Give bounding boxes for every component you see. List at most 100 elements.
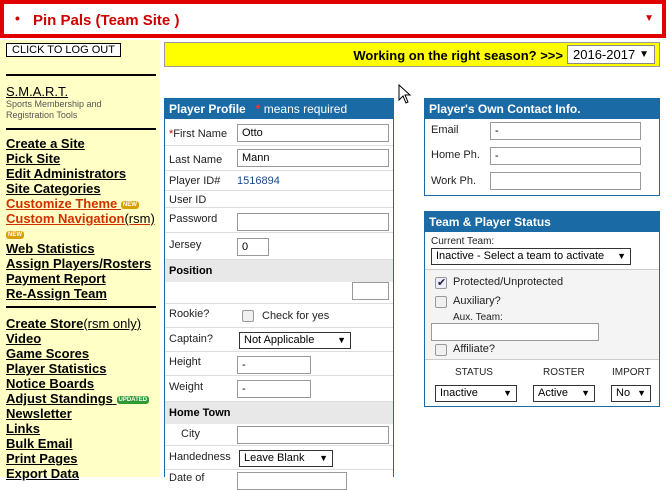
team-status-panel: Team & Player Status Current Team: Inact… bbox=[424, 211, 660, 407]
status-select[interactable]: Inactive ▼ bbox=[435, 385, 517, 402]
player-id-row: Player ID# 1516894 bbox=[165, 171, 393, 191]
mouse-cursor-icon bbox=[398, 84, 412, 104]
import-column-header: IMPORT bbox=[612, 367, 651, 378]
affiliate-checkbox[interactable] bbox=[435, 344, 447, 356]
roster-column-header: ROSTER bbox=[543, 367, 585, 378]
player-profile-header: Player Profile * means required bbox=[165, 99, 393, 119]
new-badge: NEW bbox=[6, 230, 24, 239]
nav-print-pages[interactable]: Print Pages bbox=[6, 451, 78, 466]
nav-re-assign-team[interactable]: Re-Assign Team bbox=[6, 286, 107, 301]
logout-button[interactable]: CLICK TO LOG OUT bbox=[6, 43, 121, 57]
import-select-value: No bbox=[616, 387, 631, 399]
roster-select[interactable]: Active ▼ bbox=[533, 385, 595, 402]
chevron-down-icon: ▼ bbox=[637, 388, 646, 398]
jersey-row: Jersey 0 bbox=[165, 233, 393, 260]
captain-row: Captain? Not Applicable ▼ bbox=[165, 328, 393, 352]
current-team-select[interactable]: Inactive - Select a team to activate ▼ bbox=[431, 248, 631, 265]
city-input[interactable] bbox=[237, 426, 389, 444]
new-badge: NEW bbox=[120, 200, 139, 209]
home-phone-input[interactable]: - bbox=[490, 147, 641, 165]
player-profile-title: Player Profile bbox=[169, 102, 246, 116]
chevron-down-icon: ▼ bbox=[319, 453, 328, 463]
chevron-down-icon: ▼ bbox=[337, 335, 346, 345]
contact-info-title: Player's Own Contact Info. bbox=[425, 99, 659, 119]
last-name-label: Last Name bbox=[169, 154, 223, 166]
nav-player-statistics[interactable]: Player Statistics bbox=[6, 361, 106, 376]
status-column-header: STATUS bbox=[455, 367, 493, 378]
home-town-section-header: Home Town bbox=[165, 402, 393, 424]
sidebar-divider bbox=[6, 128, 156, 130]
nav-bulk-email[interactable]: Bulk Email bbox=[6, 436, 72, 451]
jersey-input[interactable]: 0 bbox=[237, 238, 269, 256]
nav-links[interactable]: Links bbox=[6, 421, 40, 436]
chevron-down-icon: ▼ bbox=[503, 388, 512, 398]
work-phone-label: Work Ph. bbox=[431, 175, 477, 187]
nav-video[interactable]: Video bbox=[6, 331, 41, 346]
sidebar-divider bbox=[6, 306, 156, 308]
aux-team-input[interactable] bbox=[431, 323, 599, 341]
nav-adjust-standings[interactable]: Adjust Standings UPDATED bbox=[6, 391, 150, 406]
jersey-label: Jersey bbox=[169, 239, 202, 251]
nav-notice-boards[interactable]: Notice Boards bbox=[6, 376, 94, 391]
position-row bbox=[165, 282, 393, 304]
nav-customize-theme[interactable]: Customize Theme NEW bbox=[6, 196, 139, 211]
nav-game-scores[interactable]: Game Scores bbox=[6, 346, 89, 361]
position-input[interactable] bbox=[352, 282, 389, 300]
nav-custom-navigation-suffix: (rsm) bbox=[124, 211, 155, 226]
team-status-title: Team & Player Status bbox=[425, 212, 659, 232]
season-select[interactable]: 2016-2017 ▼ bbox=[567, 45, 655, 64]
weight-input[interactable]: - bbox=[237, 380, 311, 398]
sidebar-divider bbox=[6, 74, 156, 76]
roster-select-value: Active bbox=[538, 387, 568, 399]
auxiliary-checkbox[interactable] bbox=[435, 296, 447, 308]
first-name-input[interactable]: Otto bbox=[237, 124, 389, 142]
nav-customize-theme-label: Customize Theme bbox=[6, 196, 118, 211]
email-input[interactable]: - bbox=[490, 122, 641, 140]
affiliate-label: Affiliate? bbox=[453, 343, 495, 355]
height-row: Height - bbox=[165, 352, 393, 376]
date-of-birth-row: Date of bbox=[165, 470, 393, 490]
home-phone-label: Home Ph. bbox=[431, 149, 480, 161]
height-input[interactable]: - bbox=[237, 356, 311, 374]
nav-edit-administrators[interactable]: Edit Administrators bbox=[6, 166, 126, 181]
password-input[interactable] bbox=[237, 213, 389, 231]
required-star: * bbox=[255, 102, 261, 116]
rookie-label: Rookie? bbox=[169, 308, 210, 320]
password-row: Password bbox=[165, 208, 393, 233]
nav-site-categories[interactable]: Site Categories bbox=[6, 181, 101, 196]
first-name-label: *First Name bbox=[169, 128, 227, 140]
protected-checkbox[interactable] bbox=[435, 276, 447, 289]
nav-custom-navigation[interactable]: Custom Navigation(rsm) bbox=[6, 211, 155, 226]
nav-newsletter[interactable]: Newsletter bbox=[6, 406, 72, 421]
email-label: Email bbox=[431, 124, 459, 136]
chevron-down-icon: ▼ bbox=[581, 388, 590, 398]
nav-create-store[interactable]: Create Store(rsm only) bbox=[6, 316, 141, 331]
site-bullet-icon: • bbox=[15, 10, 20, 26]
captain-select-value: Not Applicable bbox=[244, 334, 315, 346]
nav-assign-players-rosters[interactable]: Assign Players/Rosters bbox=[6, 256, 151, 271]
nav-web-statistics[interactable]: Web Statistics bbox=[6, 241, 95, 256]
rookie-checkbox[interactable] bbox=[242, 310, 254, 322]
date-of-birth-label: Date of bbox=[169, 472, 205, 484]
nav-pick-site[interactable]: Pick Site bbox=[6, 151, 60, 166]
captain-label: Captain? bbox=[169, 333, 214, 345]
captain-select[interactable]: Not Applicable ▼ bbox=[239, 332, 351, 349]
password-label: Password bbox=[169, 213, 218, 225]
import-select[interactable]: No ▼ bbox=[611, 385, 651, 402]
nav-export-data[interactable]: Export Data bbox=[6, 466, 79, 481]
season-bar: Working on the right season? >>> 2016-20… bbox=[164, 42, 660, 67]
status-options-box: Protected/Unprotected Auxiliary? Aux. Te… bbox=[425, 269, 659, 360]
player-id-label: Player ID# bbox=[169, 175, 221, 187]
first-name-row: *First Name Otto bbox=[165, 121, 393, 146]
smart-title[interactable]: S.M.A.R.T. bbox=[6, 84, 68, 99]
nav-create-site[interactable]: Create a Site bbox=[6, 136, 85, 151]
last-name-input[interactable]: Mann bbox=[237, 149, 389, 167]
position-section-header: Position bbox=[165, 260, 393, 282]
site-selector[interactable]: • Pin Pals (Team Site ) ▼ bbox=[0, 0, 666, 38]
date-of-birth-input[interactable] bbox=[237, 472, 347, 490]
nav-payment-report[interactable]: Payment Report bbox=[6, 271, 106, 286]
current-team-select-value: Inactive - Select a team to activate bbox=[436, 250, 605, 262]
work-phone-input[interactable] bbox=[490, 172, 641, 190]
height-label: Height bbox=[169, 356, 201, 368]
handedness-select[interactable]: Leave Blank ▼ bbox=[239, 450, 333, 467]
